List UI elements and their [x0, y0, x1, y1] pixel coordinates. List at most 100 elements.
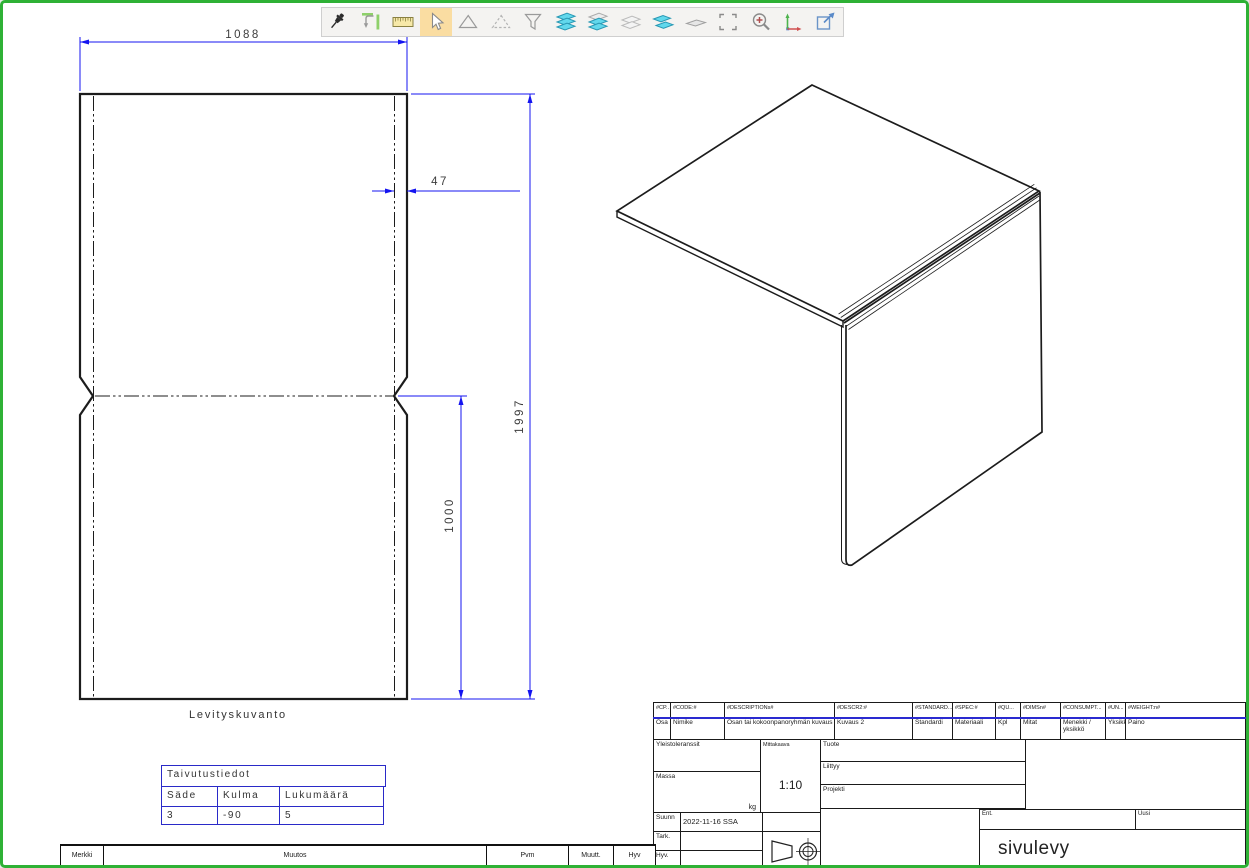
tool-polygon-dashed[interactable] — [485, 8, 518, 36]
projection-symbol-icon — [765, 833, 821, 868]
open-new-view-icon — [814, 10, 838, 34]
tb-related-cell: Liittyy — [820, 761, 1026, 785]
tool-layers-all[interactable] — [550, 8, 583, 36]
tb-label-cell: Yksikkö — [1105, 717, 1126, 740]
layers-pair-icon — [651, 10, 675, 34]
tool-zoom-in[interactable] — [745, 8, 778, 36]
tb-scale-label: Mittakaava — [763, 742, 790, 748]
bend-table-header: Säde — [161, 786, 218, 807]
tb-code-cell: #CONSUMPT... — [1060, 702, 1106, 718]
bend-table-header: Kulma — [217, 786, 280, 807]
tb-mass-unit: kg — [749, 804, 756, 811]
tb-scale-value: 1:10 — [761, 778, 820, 792]
measure-ruler-icon — [391, 10, 415, 34]
tb-code-cell: #QU... — [995, 702, 1021, 718]
zoom-in-icon — [749, 10, 773, 34]
tb-code-cell: #SPEC:# — [952, 702, 996, 718]
tb-code-cell: #CODE:# — [670, 702, 725, 718]
layers-all-icon — [554, 10, 578, 34]
tool-open-new-view[interactable] — [810, 8, 843, 36]
tb-empty-cell — [762, 812, 821, 832]
tool-selection-box[interactable] — [712, 8, 745, 36]
tb-label-cell: Kpl — [995, 717, 1021, 740]
tool-polygon[interactable] — [452, 8, 485, 36]
tb-code-cell: #DESCR2:# — [834, 702, 913, 718]
bend-table-value: -90 — [217, 806, 280, 825]
title-block: #CP.. #CODE:# #DESCRIPTIONs# #DESCR2:# #… — [653, 702, 1246, 868]
tb-label-cell: Mitat — [1020, 717, 1061, 740]
tb-projection-symbol-cell — [762, 831, 821, 868]
tb-part-name: sivulevy — [979, 829, 1246, 868]
tb-code-cell: #CP.. — [653, 702, 671, 718]
flat-pattern-label: Levityskuvanto — [189, 709, 287, 721]
isometric-view — [617, 85, 1042, 565]
tb-label-cell: Standardi — [912, 717, 953, 740]
layers-inactive-icon — [619, 10, 643, 34]
tb-ent-cell: Ent. — [979, 809, 1136, 830]
tool-layers-pair[interactable] — [647, 8, 680, 36]
pin-icon — [326, 10, 350, 34]
bend-table-value: 5 — [279, 806, 384, 825]
cad-toolbar — [321, 7, 844, 37]
bend-table-value: 3 — [161, 806, 218, 825]
tool-pin[interactable] — [322, 8, 355, 36]
tb-code-cell: #DIMSn# — [1020, 702, 1061, 718]
layer-flat-icon — [684, 10, 708, 34]
filter-icon — [521, 10, 545, 34]
tb-label-cell: Paino — [1125, 717, 1246, 740]
tb-approver-value — [680, 850, 763, 868]
tool-select-cursor[interactable] — [420, 8, 453, 36]
revision-col-muutt: Muutt. — [569, 846, 614, 865]
tb-product-cell: Tuote — [820, 739, 1026, 762]
tb-empty-lower-cell — [820, 808, 980, 868]
tool-filter[interactable] — [517, 8, 550, 36]
revision-col-muutos: Muutos — [104, 846, 487, 865]
zoom-extents-icon — [359, 10, 383, 34]
tool-layers-inactive[interactable] — [615, 8, 648, 36]
tb-designer-value: 2022-11-16 SSA — [680, 812, 763, 832]
tb-new-cell: Uusi — [1135, 809, 1246, 830]
tb-empty-right-cell — [1025, 739, 1246, 810]
tb-label-cell: Osan tai kokoonpanoryhmän kuvaus — [724, 717, 835, 740]
revision-col-merkki: Merkki — [61, 846, 104, 865]
tb-approver-label: Hyv. — [653, 850, 681, 868]
tb-label-cell: Nimike — [670, 717, 725, 740]
revision-strip: Merkki Muutos Pvm Muutt. Hyv — [60, 844, 656, 866]
tb-mass-label: Massa — [656, 773, 675, 780]
tb-label-cell: Materiaali — [952, 717, 996, 740]
tb-project-cell: Projekti — [820, 784, 1026, 809]
tb-checker-value — [680, 831, 763, 851]
tb-code-cell: #DESCRIPTIONs# — [724, 702, 835, 718]
polygon-icon — [456, 10, 480, 34]
tool-zoom-extents[interactable] — [355, 8, 388, 36]
tool-axes[interactable] — [777, 8, 810, 36]
dimensions — [80, 33, 535, 699]
tb-code-cell: #STANDARD... — [912, 702, 953, 718]
tool-layers-mixed[interactable] — [582, 8, 615, 36]
tb-designer-label: Suunn — [653, 812, 681, 832]
tool-measure[interactable] — [387, 8, 420, 36]
bend-data-table: Taivutustiedot Säde Kulma Lukumäärä 3 -9… — [161, 765, 386, 825]
layers-mixed-icon — [586, 10, 610, 34]
tb-code-cell: #WEIGHT:n# — [1125, 702, 1246, 718]
tb-scale-cell: Mittakaava 1:10 — [760, 739, 821, 813]
tb-mass-cell: Massa kg — [653, 771, 761, 813]
tool-layer-flat[interactable] — [680, 8, 713, 36]
tb-code-cell: #UN... — [1105, 702, 1126, 718]
revision-col-pvm: Pvm — [487, 846, 569, 865]
tb-label-cell: Kuvaus 2 — [834, 717, 913, 740]
selection-box-icon — [716, 10, 740, 34]
revision-col-hyv: Hyv — [614, 846, 655, 865]
dim-overall-height: 1997 — [514, 398, 526, 434]
tb-tolerances-cell: Yleistoleranssit — [653, 739, 761, 772]
tb-label-cell: Menekki / yksikkö — [1060, 717, 1106, 740]
bend-table-header: Lukumäärä — [279, 786, 384, 807]
bend-lines — [94, 96, 395, 697]
polygon-dashed-icon — [489, 10, 513, 34]
title-block-blue-separator — [653, 717, 1246, 719]
select-cursor-icon — [424, 10, 448, 34]
dim-overall-width: 1088 — [225, 29, 261, 41]
flat-pattern-view — [80, 94, 407, 699]
dim-lower-height: 1000 — [444, 497, 456, 533]
dim-flange-width: 47 — [431, 176, 449, 188]
